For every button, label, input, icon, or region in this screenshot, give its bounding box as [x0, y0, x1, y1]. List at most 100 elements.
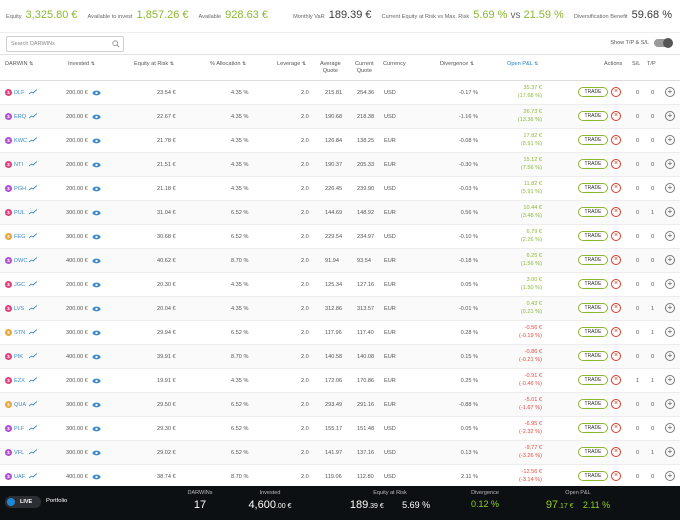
trade-button[interactable]: TRADE [578, 375, 608, 385]
add-icon[interactable]: + [665, 447, 675, 457]
eye-icon[interactable] [92, 138, 101, 144]
eye-icon[interactable] [92, 114, 101, 120]
trend-chart-icon[interactable] [29, 305, 37, 311]
search-icon[interactable] [112, 40, 120, 48]
add-icon[interactable]: + [665, 351, 675, 361]
close-position-icon[interactable]: × [611, 135, 621, 145]
header-darwin[interactable]: DARWIN ⇅ [5, 61, 33, 68]
eye-icon[interactable] [92, 90, 101, 96]
darwin-ticker[interactable]: KWC [14, 138, 27, 144]
table-row[interactable]: $ VFL 300.00 € 29.02 € 6.52 % 2.0 141.97 137.16… [0, 441, 680, 465]
trade-button[interactable]: TRADE [578, 255, 608, 265]
table-row[interactable]: $ PUL 300.00 € 31.04 € 6.52 % 2.0 144.69 148.92… [0, 201, 680, 225]
header-allocation[interactable]: % Allocation ⇅ [210, 61, 246, 68]
eye-icon[interactable] [92, 330, 101, 336]
eye-icon[interactable] [92, 306, 101, 312]
table-row[interactable]: $ PLF 300.00 € 29.30 € 6.52 % 2.0 155.17 151.48… [0, 417, 680, 441]
close-position-icon[interactable]: × [611, 159, 621, 169]
darwin-ticker[interactable]: FEG [14, 234, 26, 240]
header-leverage[interactable]: Leverage ⇅ [277, 61, 306, 68]
header-invested[interactable]: Invested ⇅ [68, 61, 95, 68]
table-row[interactable]: $ STN 300.00 € 29.94 € 6.52 % 2.0 117.96 117.40… [0, 321, 680, 345]
trend-chart-icon[interactable] [29, 449, 37, 455]
trend-chart-icon[interactable] [29, 257, 37, 263]
header-avg-quote[interactable]: Average Quote [320, 61, 341, 75]
show-tp-sl-toggle[interactable] [654, 38, 673, 48]
trade-button[interactable]: TRADE [578, 351, 608, 361]
darwin-ticker[interactable]: PUL [14, 210, 25, 216]
table-row[interactable]: $ PIK 400.00 € 39.91 € 8.70 % 2.0 140.58 140.08… [0, 345, 680, 369]
trade-button[interactable]: TRADE [578, 303, 608, 313]
trend-chart-icon[interactable] [29, 89, 37, 95]
trade-button[interactable]: TRADE [578, 423, 608, 433]
trend-chart-icon[interactable] [29, 137, 37, 143]
trend-chart-icon[interactable] [29, 161, 37, 167]
header-divergence[interactable]: Divergence ⇅ [440, 61, 474, 68]
close-position-icon[interactable]: × [611, 303, 621, 313]
table-row[interactable]: $ DWC 400.00 € 40.62 € 8.70 % 2.0 91.94 93.54 EU… [0, 249, 680, 273]
trade-button[interactable]: TRADE [578, 207, 608, 217]
darwin-ticker[interactable]: EZX [14, 378, 25, 384]
eye-icon[interactable] [92, 210, 101, 216]
close-position-icon[interactable]: × [611, 231, 621, 241]
close-position-icon[interactable]: × [611, 87, 621, 97]
close-position-icon[interactable]: × [611, 255, 621, 265]
header-equity-risk[interactable]: Equity at Risk ⇅ [134, 61, 174, 68]
trade-button[interactable]: TRADE [578, 279, 608, 289]
eye-icon[interactable] [92, 186, 101, 192]
trade-button[interactable]: TRADE [578, 111, 608, 121]
trade-button[interactable]: TRADE [578, 87, 608, 97]
darwin-ticker[interactable]: PGH [14, 186, 26, 192]
trend-chart-icon[interactable] [29, 473, 37, 479]
trade-button[interactable]: TRADE [578, 159, 608, 169]
table-row[interactable]: $ FEG 300.00 € 30.68 € 6.52 % 2.0 229.54 234.97… [0, 225, 680, 249]
add-icon[interactable]: + [665, 399, 675, 409]
trend-chart-icon[interactable] [29, 425, 37, 431]
eye-icon[interactable] [92, 378, 101, 384]
close-position-icon[interactable]: × [611, 471, 621, 481]
add-icon[interactable]: + [665, 183, 675, 193]
trade-button[interactable]: TRADE [578, 399, 608, 409]
add-icon[interactable]: + [665, 471, 675, 481]
darwin-ticker[interactable]: STN [14, 330, 25, 336]
table-row[interactable]: $ PGH 200.00 € 21.18 € 4.35 % 2.0 226.45 239.90… [0, 177, 680, 201]
trade-button[interactable]: TRADE [578, 327, 608, 337]
eye-icon[interactable] [92, 258, 101, 264]
trend-chart-icon[interactable] [29, 401, 37, 407]
trade-button[interactable]: TRADE [578, 471, 608, 481]
trend-chart-icon[interactable] [29, 233, 37, 239]
eye-icon[interactable] [92, 234, 101, 240]
eye-icon[interactable] [92, 474, 101, 480]
table-row[interactable]: $ JGC 200.00 € 20.30 € 4.35 % 2.0 125.34 127.16… [0, 273, 680, 297]
darwin-ticker[interactable]: PLF [14, 426, 24, 432]
add-icon[interactable]: + [665, 279, 675, 289]
trend-chart-icon[interactable] [29, 185, 37, 191]
add-icon[interactable]: + [665, 87, 675, 97]
trend-chart-icon[interactable] [29, 377, 37, 383]
trend-chart-icon[interactable] [29, 353, 37, 359]
trend-chart-icon[interactable] [29, 113, 37, 119]
eye-icon[interactable] [92, 282, 101, 288]
close-position-icon[interactable]: × [611, 207, 621, 217]
trade-button[interactable]: TRADE [578, 135, 608, 145]
trend-chart-icon[interactable] [29, 329, 37, 335]
live-toggle[interactable]: LIVE [5, 496, 41, 508]
darwin-ticker[interactable]: UAF [14, 474, 25, 480]
table-row[interactable]: $ EZX 200.00 € 19.91 € 4.35 % 2.0 172.06 170.86… [0, 369, 680, 393]
eye-icon[interactable] [92, 426, 101, 432]
add-icon[interactable]: + [665, 423, 675, 433]
add-icon[interactable]: + [665, 303, 675, 313]
trend-chart-icon[interactable] [29, 281, 37, 287]
table-row[interactable]: $ QUA 300.00 € 29.50 € 6.52 % 2.0 293.49 291.16… [0, 393, 680, 417]
add-icon[interactable]: + [665, 231, 675, 241]
darwin-ticker[interactable]: DLF [14, 90, 25, 96]
table-row[interactable]: $ LVS 200.00 € 20.04 € 4.35 % 2.0 312.86 313.57… [0, 297, 680, 321]
search-input[interactable] [7, 37, 107, 51]
table-row[interactable]: $ KWC 200.00 € 21.78 € 4.35 % 2.0 126.84 138.25… [0, 129, 680, 153]
close-position-icon[interactable]: × [611, 111, 621, 121]
close-position-icon[interactable]: × [611, 327, 621, 337]
darwin-ticker[interactable]: PIK [14, 354, 23, 360]
close-position-icon[interactable]: × [611, 351, 621, 361]
add-icon[interactable]: + [665, 327, 675, 337]
trade-button[interactable]: TRADE [578, 231, 608, 241]
